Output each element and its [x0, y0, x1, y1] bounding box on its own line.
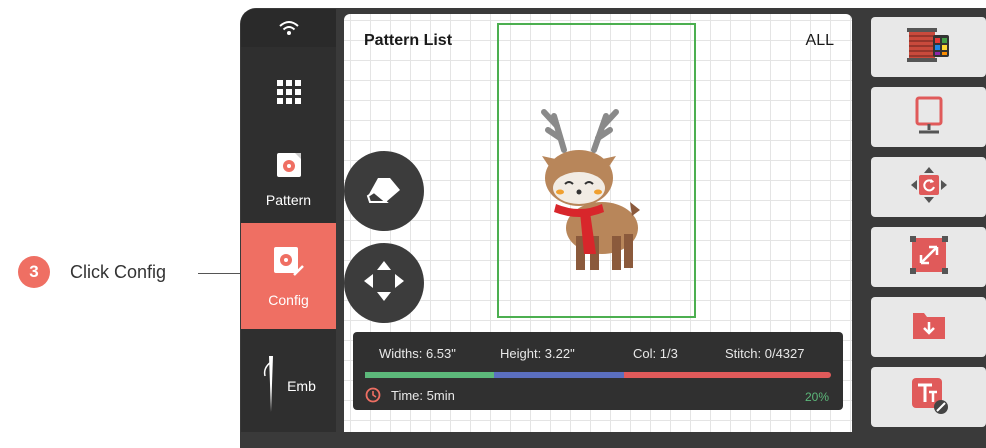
- progress-segment: [494, 372, 624, 378]
- sidebar: Pattern Config Emb: [241, 9, 336, 432]
- eraser-icon: [364, 174, 404, 209]
- sidebar-item-pattern[interactable]: Pattern: [241, 129, 336, 229]
- sidebar-item-label: Pattern: [265, 191, 312, 208]
- resize-icon: [909, 235, 948, 279]
- time-value: Time: 5min: [391, 388, 455, 403]
- apps-grid-icon[interactable]: [241, 57, 336, 127]
- direction-arrows-icon: [362, 259, 406, 308]
- height-value: Height: 3.22": [500, 346, 575, 361]
- step-instruction: Click Config: [70, 262, 167, 282]
- sidebar-item-config[interactable]: Config: [241, 223, 336, 329]
- text-edit-button[interactable]: [871, 367, 986, 427]
- text-edit-icon: [910, 376, 948, 419]
- resize-button[interactable]: [871, 227, 986, 287]
- stitch-info-panel: Widths: 6.53" Height: 3.22" Col: 1/3 Sti…: [353, 332, 843, 410]
- sidebar-item-label: Config: [268, 291, 309, 308]
- progress-segment: [365, 372, 495, 378]
- widths-value: Widths: 6.53": [379, 346, 456, 361]
- page-title: Pattern List: [364, 32, 453, 49]
- clock-icon: [365, 387, 381, 406]
- import-design-button[interactable]: [871, 297, 986, 357]
- hoop-frame-icon: [913, 96, 945, 139]
- needle-icon: [261, 354, 281, 417]
- rotate-button[interactable]: [871, 157, 986, 217]
- wifi-icon[interactable]: [241, 9, 336, 47]
- eraser-button[interactable]: [344, 151, 424, 231]
- config-icon: [272, 245, 306, 282]
- progress-percent: 20%: [804, 390, 829, 404]
- step-number-badge: 3: [18, 256, 50, 288]
- progress-bar: [365, 372, 831, 378]
- sidebar-item-emb[interactable]: Emb: [241, 339, 336, 432]
- rotate-icon: [909, 165, 949, 210]
- stitch-count-value: Stitch: 0/4327: [725, 346, 805, 361]
- thread-colors-icon: [906, 27, 951, 68]
- move-direction-button[interactable]: [344, 243, 424, 323]
- sidebar-item-label: Emb: [287, 377, 316, 394]
- pattern-canvas: Pattern List ALL Widths: 6.53" Height: 3…: [344, 14, 852, 432]
- color-count-value: Col: 1/3: [633, 346, 678, 361]
- hoop-select-button[interactable]: [871, 87, 986, 147]
- reindeer-embroidery-design[interactable]: [524, 102, 664, 272]
- pattern-icon: [275, 151, 303, 182]
- progress-segment: [623, 372, 831, 378]
- filter-all-button[interactable]: ALL: [806, 32, 834, 50]
- thread-colors-button[interactable]: [871, 17, 986, 77]
- import-folder-icon: [911, 309, 947, 346]
